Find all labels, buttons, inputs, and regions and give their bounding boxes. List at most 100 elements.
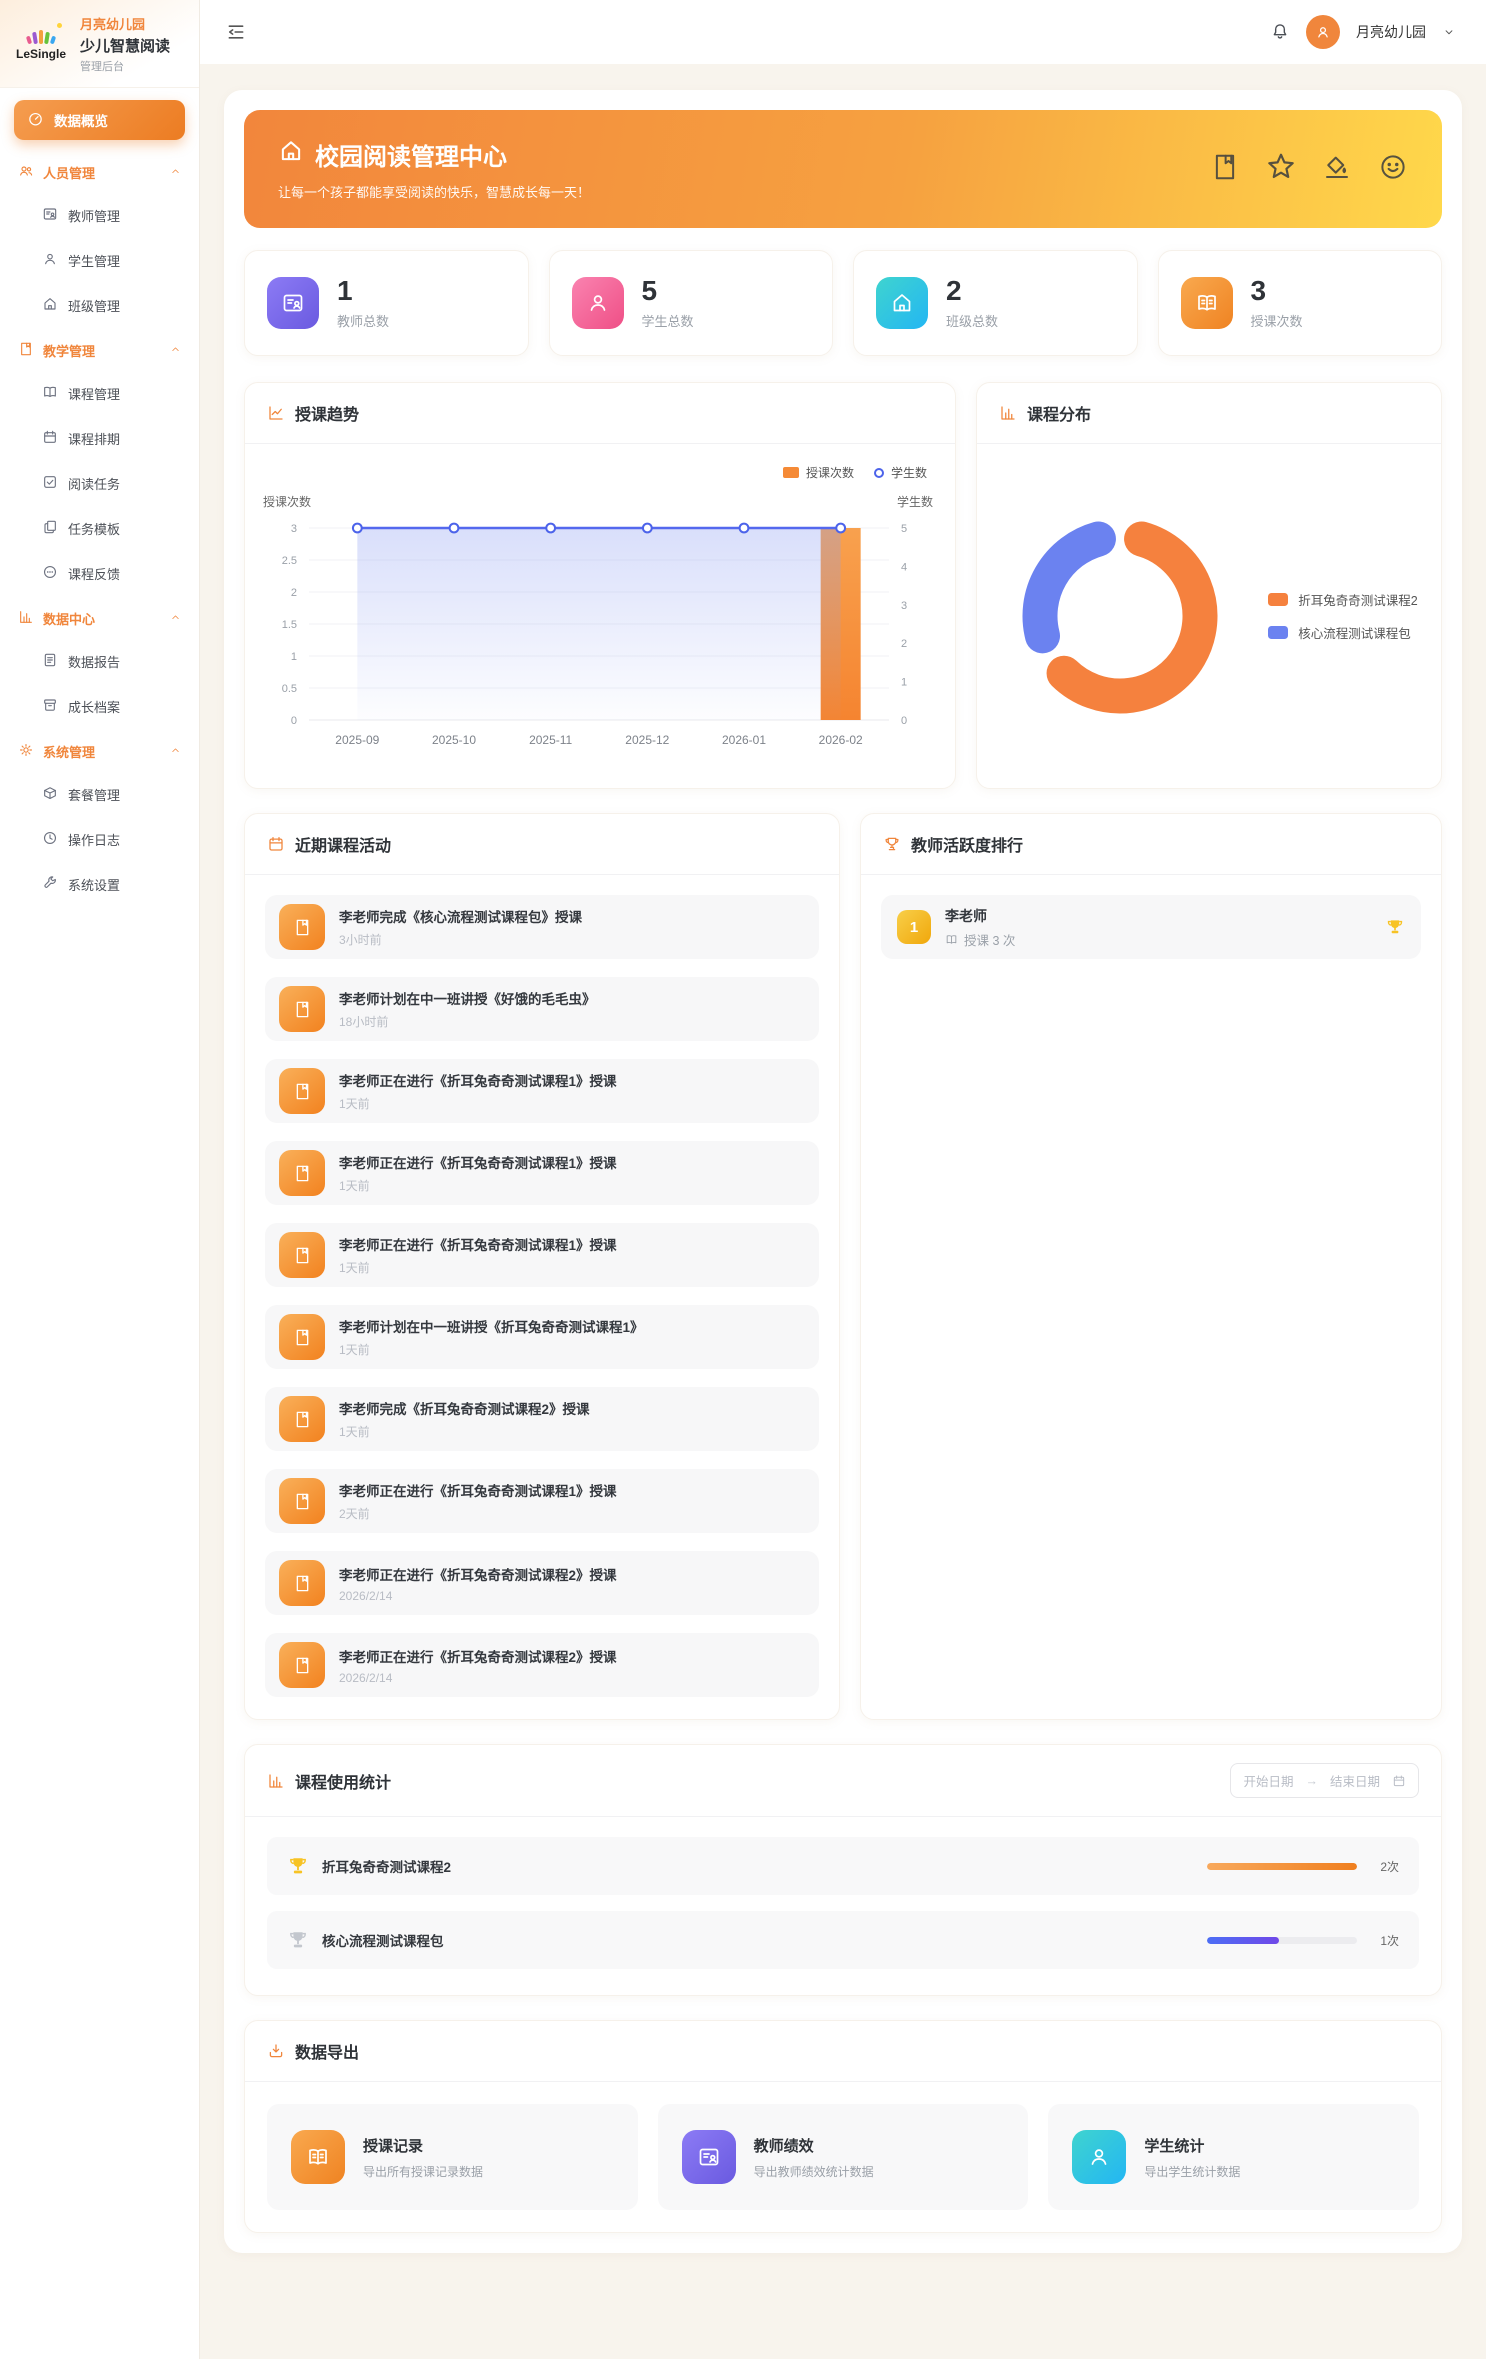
book-bookmark-icon bbox=[279, 1232, 325, 1278]
open-book-icon bbox=[291, 2130, 345, 2184]
hero-subtitle: 让每一个孩子都能享受阅读的快乐，智慧成长每一天！ bbox=[278, 182, 590, 201]
activity-list: 李老师完成《核心流程测试课程包》授课 3小时前 李老师计划在中一班讲授《好饿的毛… bbox=[245, 875, 839, 1719]
svg-text:2025-09: 2025-09 bbox=[335, 733, 379, 747]
activity-title: 李老师正在进行《折耳兔奇奇测试课程1》授课 bbox=[339, 1480, 617, 1500]
activity-row: 近期课程活动 李老师完成《核心流程测试课程包》授课 3小时前 李老师计划在中一班… bbox=[244, 813, 1442, 1720]
activity-item[interactable]: 李老师完成《折耳兔奇奇测试课程2》授课 1天前 bbox=[265, 1387, 819, 1451]
book-bookmark-icon bbox=[279, 1642, 325, 1688]
activity-item[interactable]: 李老师正在进行《折耳兔奇奇测试课程2》授课 2026/2/14 bbox=[265, 1633, 819, 1697]
progress-track bbox=[1207, 1863, 1357, 1870]
data-export-card: 数据导出 授课记录 导出所有授课记录数据 教师绩效 导出教师绩效统计数据 bbox=[244, 2020, 1442, 2233]
svg-text:0: 0 bbox=[291, 715, 297, 727]
calendar-icon bbox=[267, 835, 285, 853]
export-desc: 导出所有授课记录数据 bbox=[363, 2163, 483, 2180]
activity-time: 2026/2/14 bbox=[339, 1671, 617, 1685]
chevron-down-icon[interactable] bbox=[1442, 25, 1456, 39]
activity-item[interactable]: 李老师完成《核心流程测试课程包》授课 3小时前 bbox=[265, 895, 819, 959]
card-title: 授课趋势 bbox=[295, 401, 359, 425]
stat-value: 1 bbox=[337, 276, 389, 305]
sidebar-section-data[interactable]: 数据中心 bbox=[14, 596, 185, 639]
stat-label: 班级总数 bbox=[946, 311, 998, 330]
sidebar-item-settings[interactable]: 系统设置 bbox=[14, 862, 185, 907]
content: 校园阅读管理中心 让每一个孩子都能享受阅读的快乐，智慧成长每一天！ bbox=[200, 64, 1486, 2283]
sidebar-item-courses[interactable]: 课程管理 bbox=[14, 371, 185, 416]
teacher-ranking-card: 教师活跃度排行 1 李老师 授课 3 次 bbox=[860, 813, 1442, 1720]
activity-time: 3小时前 bbox=[339, 931, 582, 948]
sidebar-item-label: 套餐管理 bbox=[68, 785, 120, 804]
course-usage-card: 课程使用统计 开始日期 → 结束日期 折耳兔奇奇测试课程2 bbox=[244, 1744, 1442, 1996]
people-icon bbox=[18, 163, 34, 182]
sidebar-section-teaching[interactable]: 教学管理 bbox=[14, 328, 185, 371]
distribution-chart-body: 折耳兔奇奇测试课程2 核心流程测试课程包 bbox=[977, 444, 1441, 788]
hero-banner: 校园阅读管理中心 让每一个孩子都能享受阅读的快乐，智慧成长每一天！ bbox=[244, 110, 1442, 228]
activity-title: 李老师正在进行《折耳兔奇奇测试课程1》授课 bbox=[339, 1070, 617, 1090]
sidebar-item-label: 教师管理 bbox=[68, 206, 120, 225]
activity-item[interactable]: 李老师正在进行《折耳兔奇奇测试课程1》授课 1天前 bbox=[265, 1059, 819, 1123]
sidebar-item-label: 系统设置 bbox=[68, 875, 120, 894]
notification-bell-icon[interactable] bbox=[1270, 22, 1290, 42]
sidebar-item-packages[interactable]: 套餐管理 bbox=[14, 772, 185, 817]
hero-decoration-icons bbox=[1210, 152, 1408, 187]
stat-card-teachers: 1 教师总数 bbox=[244, 250, 529, 356]
stat-label: 教师总数 bbox=[337, 311, 389, 330]
sidebar-item-label: 操作日志 bbox=[68, 830, 120, 849]
clock-icon bbox=[42, 830, 58, 849]
sidebar-item-feedback[interactable]: 课程反馈 bbox=[14, 551, 185, 596]
sidebar-section-personnel[interactable]: 人员管理 bbox=[14, 150, 185, 193]
download-icon bbox=[267, 2042, 285, 2060]
sidebar-item-reading-tasks[interactable]: 阅读任务 bbox=[14, 461, 185, 506]
activity-item[interactable]: 李老师正在进行《折耳兔奇奇测试课程1》授课 2天前 bbox=[265, 1469, 819, 1533]
activity-item[interactable]: 李老师正在进行《折耳兔奇奇测试课程1》授课 1天前 bbox=[265, 1141, 819, 1205]
export-teaching-records[interactable]: 授课记录 导出所有授课记录数据 bbox=[267, 2104, 638, 2210]
ranking-row[interactable]: 1 李老师 授课 3 次 bbox=[881, 895, 1421, 959]
svg-text:0.5: 0.5 bbox=[282, 683, 297, 695]
legend-label: 折耳兔奇奇测试课程2 bbox=[1298, 590, 1417, 609]
user-avatar[interactable] bbox=[1306, 15, 1340, 49]
activity-item[interactable]: 李老师正在进行《折耳兔奇奇测试课程1》授课 1天前 bbox=[265, 1223, 819, 1287]
sidebar-section-system[interactable]: 系统管理 bbox=[14, 729, 185, 772]
sidebar-item-dashboard[interactable]: 数据概览 bbox=[14, 100, 185, 140]
card-title: 课程分布 bbox=[1027, 401, 1091, 425]
activity-item[interactable]: 李老师计划在中一班讲授《好饿的毛毛虫》 18小时前 bbox=[265, 977, 819, 1041]
date-start-placeholder: 开始日期 bbox=[1243, 1771, 1293, 1790]
brand-subtitle: 管理后台 bbox=[80, 58, 170, 74]
bar-chart-icon bbox=[18, 609, 34, 628]
sidebar-item-archives[interactable]: 成长档案 bbox=[14, 684, 185, 729]
dashboard-container: 校园阅读管理中心 让每一个孩子都能享受阅读的快乐，智慧成长每一天！ bbox=[224, 90, 1462, 2253]
topbar: 月亮幼儿园 bbox=[200, 0, 1486, 64]
person-icon bbox=[1072, 2130, 1126, 2184]
sidebar-item-label: 课程排期 bbox=[68, 429, 120, 448]
book-bookmark-icon bbox=[279, 1560, 325, 1606]
progress-fill bbox=[1207, 1937, 1279, 1944]
book-bookmark-icon bbox=[279, 986, 325, 1032]
legend-swatch bbox=[1268, 593, 1288, 606]
chevron-up-icon bbox=[170, 165, 181, 180]
activity-item[interactable]: 李老师计划在中一班讲授《折耳兔奇奇测试课程1》 1天前 bbox=[265, 1305, 819, 1369]
activity-time: 2026/2/14 bbox=[339, 1589, 617, 1603]
sidebar-item-schedule[interactable]: 课程排期 bbox=[14, 416, 185, 461]
sidebar-item-classes[interactable]: 班级管理 bbox=[14, 283, 185, 328]
topbar-right: 月亮幼儿园 bbox=[1270, 15, 1456, 49]
activity-time: 1天前 bbox=[339, 1177, 617, 1194]
svg-text:2025-12: 2025-12 bbox=[625, 733, 669, 747]
book-bookmark-icon bbox=[279, 904, 325, 950]
teacher-name: 李老师 bbox=[945, 906, 1015, 926]
export-student-stats[interactable]: 学生统计 导出学生统计数据 bbox=[1048, 2104, 1419, 2210]
card-title: 教师活跃度排行 bbox=[911, 832, 1023, 856]
sidebar-item-teachers[interactable]: 教师管理 bbox=[14, 193, 185, 238]
sidebar-item-task-templates[interactable]: 任务模板 bbox=[14, 506, 185, 551]
sidebar-item-reports[interactable]: 数据报告 bbox=[14, 639, 185, 684]
activity-item[interactable]: 李老师正在进行《折耳兔奇奇测试课程2》授课 2026/2/14 bbox=[265, 1551, 819, 1615]
sidebar-item-logs[interactable]: 操作日志 bbox=[14, 817, 185, 862]
export-teacher-performance[interactable]: 教师绩效 导出教师绩效统计数据 bbox=[658, 2104, 1029, 2210]
user-name[interactable]: 月亮幼儿园 bbox=[1356, 22, 1426, 42]
card-title: 近期课程活动 bbox=[295, 832, 391, 856]
date-range-picker[interactable]: 开始日期 → 结束日期 bbox=[1230, 1763, 1419, 1798]
sidebar-item-students[interactable]: 学生管理 bbox=[14, 238, 185, 283]
gold-trophy-icon bbox=[287, 1855, 309, 1877]
book-bookmark-icon bbox=[279, 1478, 325, 1524]
smiley-icon bbox=[1378, 152, 1408, 187]
svg-text:1.5: 1.5 bbox=[282, 619, 297, 631]
person-icon bbox=[572, 277, 624, 329]
collapse-menu-icon[interactable] bbox=[226, 22, 246, 42]
